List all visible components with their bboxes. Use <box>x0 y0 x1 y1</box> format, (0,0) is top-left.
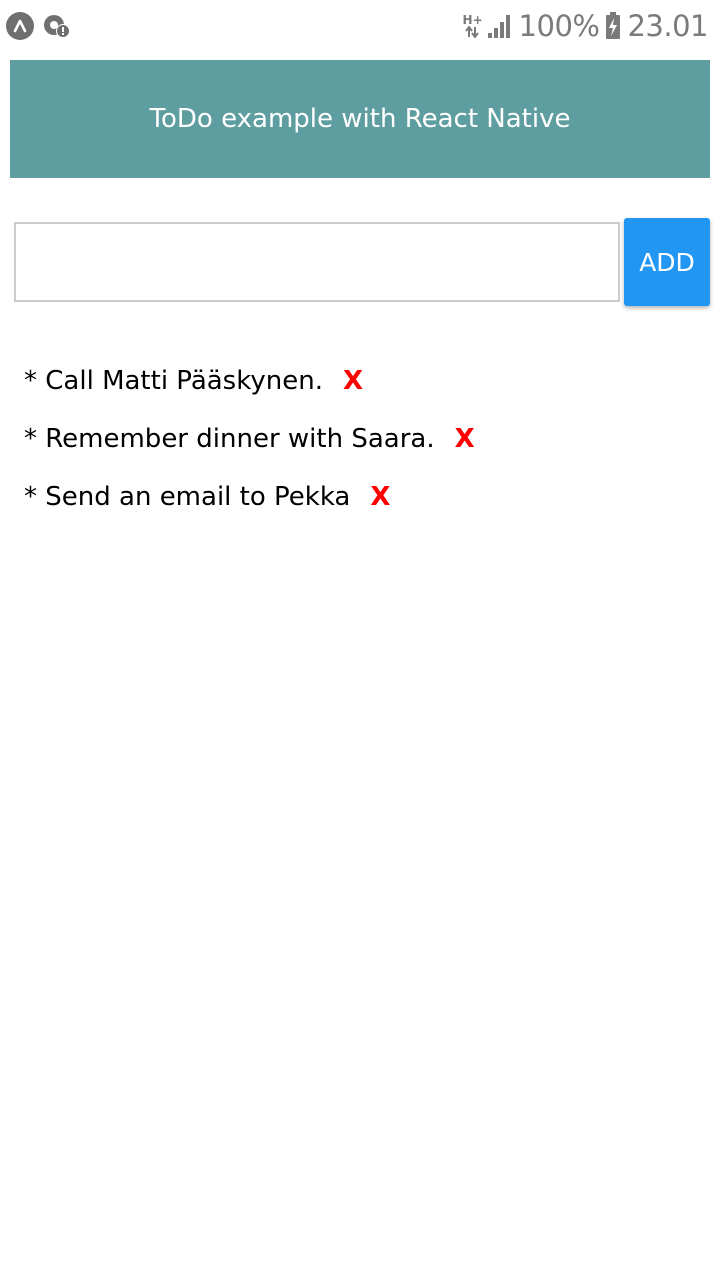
page-title: ToDo example with React Native <box>149 104 571 134</box>
todo-text: * Remember dinner with Saara. <box>24 424 435 454</box>
list-item: * Send an email to Pekka X <box>24 468 475 526</box>
data-transfer-icon: H+ <box>462 13 483 38</box>
status-bar-left <box>6 12 72 40</box>
todo-text: * Send an email to Pekka <box>24 482 351 512</box>
battery-percentage: 100% <box>518 9 600 43</box>
signal-icon <box>487 15 510 38</box>
delete-todo-button[interactable]: X <box>370 482 390 512</box>
add-button[interactable]: ADD <box>624 218 710 306</box>
list-item: * Remember dinner with Saara. X <box>24 410 475 468</box>
battery-charging-icon <box>606 12 621 39</box>
clock: 23.01 <box>627 9 708 43</box>
delete-todo-button[interactable]: X <box>343 366 363 396</box>
app-header: ToDo example with React Native <box>10 60 710 178</box>
todo-text: * Call Matti Pääskynen. <box>24 366 323 396</box>
list-item: * Call Matti Pääskynen. X <box>24 352 475 410</box>
notification-alert-icon <box>42 12 72 40</box>
expo-icon <box>6 12 34 40</box>
status-bar-right: H+ 100% 23.01 <box>462 6 709 46</box>
todo-list: * Call Matti Pääskynen. X * Remember din… <box>24 352 475 526</box>
delete-todo-button[interactable]: X <box>455 424 475 454</box>
network-type-label: H+ <box>462 13 483 27</box>
todo-input[interactable] <box>14 222 620 302</box>
status-bar: H+ 100% 23.01 <box>0 0 720 52</box>
